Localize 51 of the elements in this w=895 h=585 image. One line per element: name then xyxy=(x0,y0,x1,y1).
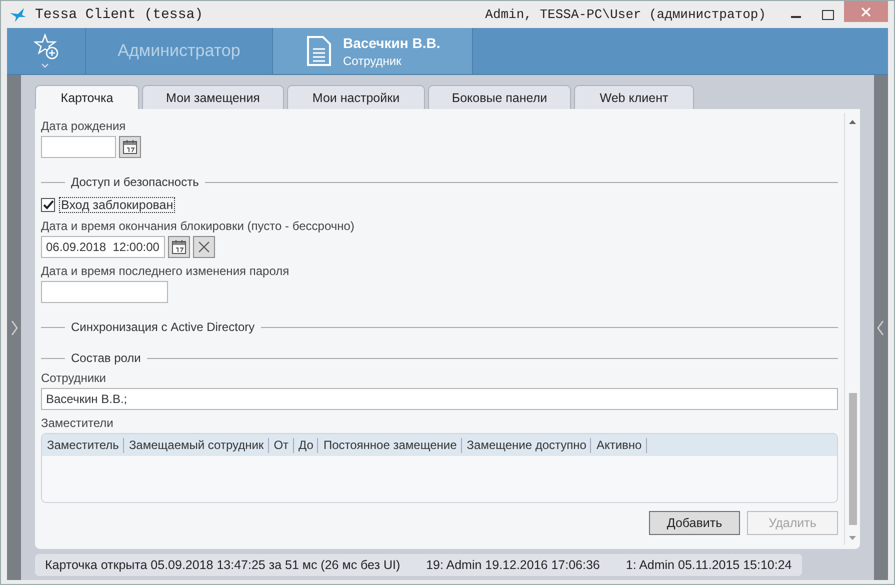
document-icon xyxy=(307,36,331,66)
clear-icon xyxy=(198,241,210,253)
status-text: 1: Admin 05.11.2015 15:10:24 xyxy=(626,558,792,572)
calendar-icon xyxy=(123,139,137,155)
action-button[interactable]: Добавить xyxy=(649,511,740,535)
status-text: Карточка открыта 05.09.2018 13:47:25 за 51 мс (26 мс без UI) xyxy=(45,558,400,572)
app-logo-icon xyxy=(9,6,27,22)
calendar-button[interactable] xyxy=(168,236,190,258)
section-title: Доступ и безопасность xyxy=(71,175,199,189)
card-title: Васечкин В.В. xyxy=(343,34,440,50)
employees-field[interactable]: Васечкин В.В.; xyxy=(41,388,838,410)
tab[interactable]: Web клиент xyxy=(574,85,694,109)
card-subtitle: Сотрудник xyxy=(343,54,402,68)
column-header[interactable]: До xyxy=(294,438,318,452)
tab[interactable]: Боковые панели xyxy=(428,85,571,109)
checkbox-label[interactable]: Вход заблокирован xyxy=(59,197,176,213)
field-label: Дата и время окончания блокировки (пусто - бессрочно) xyxy=(41,219,356,233)
scroll-up-icon xyxy=(849,119,856,125)
chevron-left-icon xyxy=(877,320,885,336)
scroll-down-icon xyxy=(849,535,856,541)
checkbox[interactable] xyxy=(41,198,55,212)
column-header[interactable]: Активно xyxy=(591,438,647,452)
close-icon xyxy=(861,6,871,16)
datetime-field[interactable]: 06.09.2018 12:00:00 xyxy=(41,236,165,258)
tab[interactable]: Мои замещения xyxy=(142,85,284,109)
field-label: Дата и время последнего изменения пароля xyxy=(41,264,290,278)
section-title: Состав роли xyxy=(71,351,141,365)
calendar-icon xyxy=(172,239,186,255)
tab[interactable]: Карточка xyxy=(35,85,139,109)
column-header[interactable]: Замещение доступно xyxy=(462,438,592,452)
tab[interactable]: Мои настройки xyxy=(287,85,425,109)
chevron-right-icon xyxy=(10,320,18,336)
maximize-icon xyxy=(822,10,834,20)
input-field[interactable] xyxy=(41,281,168,303)
scrollbar-thumb[interactable] xyxy=(848,393,856,525)
section-title: Синхронизация с Active Directory xyxy=(71,320,255,334)
favorites-add-icon xyxy=(34,33,58,69)
column-header[interactable]: Замещаемый сотрудник xyxy=(124,438,269,452)
field-label: Сотрудники xyxy=(41,371,107,385)
field-label: Заместители xyxy=(41,416,114,430)
calendar-button[interactable] xyxy=(119,136,141,158)
column-header[interactable]: Заместитель xyxy=(42,438,124,452)
field-label: Дата рождения xyxy=(41,119,127,133)
clear-button[interactable] xyxy=(193,236,215,258)
column-header[interactable]: От xyxy=(268,438,294,452)
user-info: Admin, TESSA-PC\User (администратор) xyxy=(485,7,766,22)
window-title: Tessa Client (tessa) xyxy=(35,6,204,22)
column-header[interactable]: Постоянное замещение xyxy=(318,438,462,452)
date-field[interactable] xyxy=(41,136,116,158)
status-text: 19: Admin 19.12.2016 17:06:36 xyxy=(426,558,600,572)
check-icon xyxy=(42,200,54,210)
